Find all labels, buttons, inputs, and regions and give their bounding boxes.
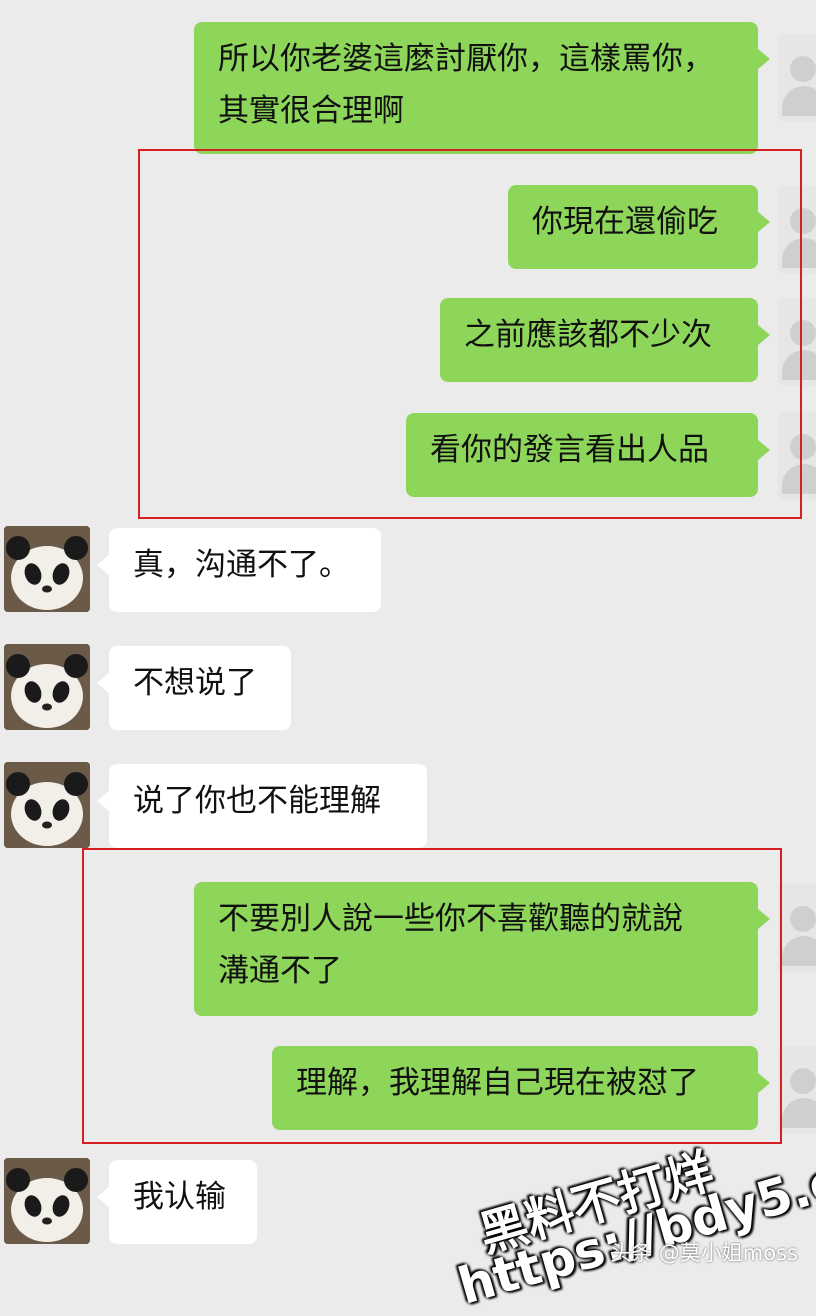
- self-avatar-icon: [778, 1046, 816, 1134]
- message-bubble-sent[interactable]: 所以你老婆這麼討厭你，這樣罵你， 其實很合理啊: [194, 22, 770, 154]
- message-bubble-received[interactable]: 我认输: [97, 1160, 257, 1244]
- message-bubble-sent[interactable]: 看你的發言看出人品: [406, 413, 770, 497]
- self-avatar-icon: [778, 34, 816, 122]
- message-bubble-received[interactable]: 说了你也不能理解: [97, 764, 427, 848]
- message-bubble-received[interactable]: 不想说了: [97, 646, 291, 730]
- message-bubble-sent[interactable]: 你現在還偷吃: [508, 185, 770, 269]
- panda-avatar-icon[interactable]: [4, 526, 90, 612]
- panda-avatar-icon[interactable]: [4, 1158, 90, 1244]
- panda-avatar-icon[interactable]: [4, 762, 90, 848]
- message-bubble-received[interactable]: 真，沟通不了。: [97, 528, 381, 612]
- panda-avatar-icon[interactable]: [4, 644, 90, 730]
- message-bubble-sent[interactable]: 理解，我理解自己現在被怼了: [272, 1046, 770, 1130]
- self-avatar-icon: [778, 884, 816, 972]
- source-credit: 头条 @莫小姐moss: [610, 1241, 798, 1265]
- message-bubble-sent[interactable]: 之前應該都不少次: [440, 298, 770, 382]
- message-bubble-sent[interactable]: 不要別人說一些你不喜歡聽的就說 溝通不了: [194, 882, 770, 1016]
